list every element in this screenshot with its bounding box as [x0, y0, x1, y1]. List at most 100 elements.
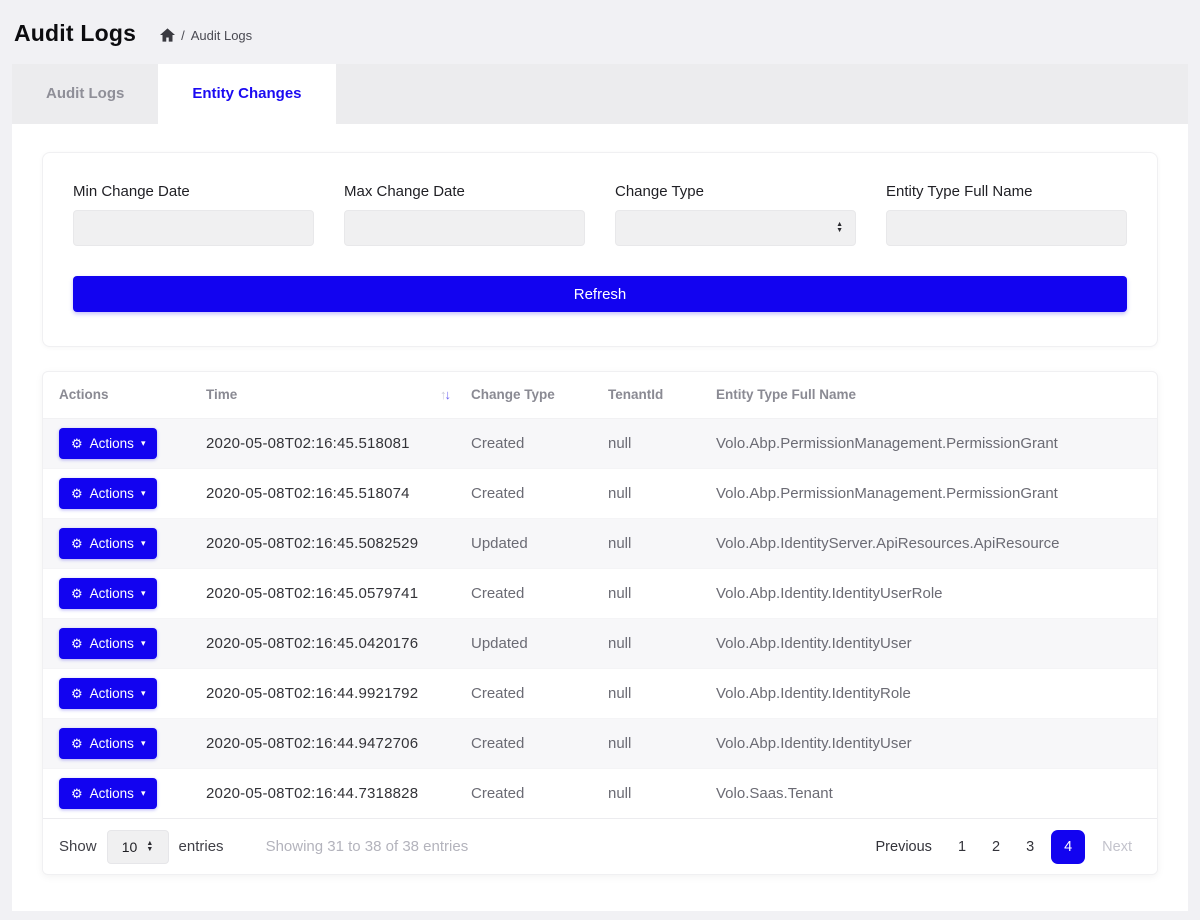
cell-entity-type-full-name: Volo.Abp.Identity.IdentityUser	[716, 718, 1157, 768]
column-header-time[interactable]: Time ↑↓	[206, 372, 471, 418]
min-change-date-input[interactable]	[73, 210, 314, 246]
cell-change-type: Created	[471, 768, 608, 818]
cell-change-type: Created	[471, 468, 608, 518]
cell-time: 2020-05-08T02:16:44.7318828	[206, 768, 471, 818]
tab-content: Min Change Date Max Change Date Change T…	[12, 124, 1188, 911]
table-row: ⚙Actions▾ 2020-05-08T02:16:45.518081 Cre…	[43, 418, 1157, 468]
entity-changes-table-card: Actions Time ↑↓ Change Type TenantId Ent…	[42, 371, 1158, 875]
page-size-select[interactable]: 10 ▲ ▼	[107, 830, 169, 864]
pagination-page-4[interactable]: 4	[1051, 830, 1085, 864]
cell-time: 2020-05-08T02:16:45.518081	[206, 418, 471, 468]
caret-down-icon: ▾	[141, 439, 146, 448]
column-header-change-type: Change Type	[471, 372, 608, 418]
max-change-date-label: Max Change Date	[344, 183, 585, 200]
row-actions-button[interactable]: ⚙Actions▾	[59, 678, 157, 709]
pagination-page-3[interactable]: 3	[1017, 833, 1043, 861]
field-min-change-date: Min Change Date	[73, 183, 314, 246]
row-actions-button[interactable]: ⚙Actions▾	[59, 778, 157, 809]
pagination-previous[interactable]: Previous	[867, 833, 941, 861]
entries-label: entries	[179, 838, 224, 855]
cell-entity-type-full-name: Volo.Abp.IdentityServer.ApiResources.Api…	[716, 518, 1157, 568]
tab-entity-changes[interactable]: Entity Changes	[158, 64, 335, 124]
cell-entity-type-full-name: Volo.Abp.Identity.IdentityUserRole	[716, 568, 1157, 618]
cell-change-type: Created	[471, 668, 608, 718]
row-actions-button[interactable]: ⚙Actions▾	[59, 478, 157, 509]
pagination-next[interactable]: Next	[1093, 833, 1141, 861]
home-icon[interactable]	[160, 28, 175, 42]
row-actions-button[interactable]: ⚙Actions▾	[59, 428, 157, 459]
table-row: ⚙Actions▾ 2020-05-08T02:16:44.9921792 Cr…	[43, 668, 1157, 718]
cell-tenant-id: null	[608, 618, 716, 668]
cell-tenant-id: null	[608, 768, 716, 818]
select-arrows-icon: ▲ ▼	[146, 841, 153, 853]
row-actions-button[interactable]: ⚙Actions▾	[59, 578, 157, 609]
change-type-label: Change Type	[615, 183, 856, 200]
cell-time: 2020-05-08T02:16:44.9472706	[206, 718, 471, 768]
cell-tenant-id: null	[608, 668, 716, 718]
cell-change-type: Updated	[471, 518, 608, 568]
sort-icon[interactable]: ↑↓	[440, 387, 449, 402]
table-footer: Show 10 ▲ ▼ entries Showing 31 to 38 of …	[43, 818, 1157, 874]
min-change-date-label: Min Change Date	[73, 183, 314, 200]
page-title: Audit Logs	[14, 20, 136, 47]
table-row: ⚙Actions▾ 2020-05-08T02:16:44.7318828 Cr…	[43, 768, 1157, 818]
cell-tenant-id: null	[608, 718, 716, 768]
max-change-date-input[interactable]	[344, 210, 585, 246]
refresh-button[interactable]: Refresh	[73, 276, 1127, 312]
gear-icon: ⚙	[71, 787, 83, 800]
column-header-entity-type-full-name: Entity Type Full Name	[716, 372, 1157, 418]
cell-time: 2020-05-08T02:16:45.5082529	[206, 518, 471, 568]
column-header-actions: Actions	[43, 372, 206, 418]
field-entity-type-full-name: Entity Type Full Name	[886, 183, 1127, 246]
caret-down-icon: ▾	[141, 589, 146, 598]
row-actions-button[interactable]: ⚙Actions▾	[59, 628, 157, 659]
page-header: Audit Logs / Audit Logs	[0, 0, 1200, 64]
gear-icon: ⚙	[71, 437, 83, 450]
caret-down-icon: ▾	[141, 739, 146, 748]
cell-tenant-id: null	[608, 418, 716, 468]
entity-type-full-name-label: Entity Type Full Name	[886, 183, 1127, 200]
change-type-select[interactable]: ▲ ▼	[615, 210, 856, 246]
cell-entity-type-full-name: Volo.Abp.Identity.IdentityUser	[716, 618, 1157, 668]
table-row: ⚙Actions▾ 2020-05-08T02:16:45.0579741 Cr…	[43, 568, 1157, 618]
cell-time: 2020-05-08T02:16:45.0420176	[206, 618, 471, 668]
breadcrumb: / Audit Logs	[160, 28, 252, 43]
entity-type-full-name-input[interactable]	[886, 210, 1127, 246]
cell-change-type: Updated	[471, 618, 608, 668]
gear-icon: ⚙	[71, 587, 83, 600]
caret-down-icon: ▾	[141, 689, 146, 698]
cell-change-type: Created	[471, 568, 608, 618]
cell-tenant-id: null	[608, 518, 716, 568]
cell-change-type: Created	[471, 418, 608, 468]
cell-entity-type-full-name: Volo.Abp.PermissionManagement.Permission…	[716, 468, 1157, 518]
caret-down-icon: ▾	[141, 639, 146, 648]
cell-change-type: Created	[471, 718, 608, 768]
pagination: Previous 1 2 3 4 Next	[867, 830, 1141, 864]
tab-audit-logs[interactable]: Audit Logs	[12, 64, 158, 124]
entries-summary: Showing 31 to 38 of 38 entries	[266, 838, 469, 855]
page-size-value: 10	[122, 839, 138, 855]
filter-card: Min Change Date Max Change Date Change T…	[42, 152, 1158, 347]
breadcrumb-current: Audit Logs	[191, 28, 252, 43]
row-actions-button[interactable]: ⚙Actions▾	[59, 728, 157, 759]
tab-strip: Audit Logs Entity Changes	[12, 64, 1188, 124]
cell-tenant-id: null	[608, 568, 716, 618]
gear-icon: ⚙	[71, 637, 83, 650]
pagination-page-2[interactable]: 2	[983, 833, 1009, 861]
gear-icon: ⚙	[71, 687, 83, 700]
cell-entity-type-full-name: Volo.Abp.PermissionManagement.Permission…	[716, 418, 1157, 468]
gear-icon: ⚙	[71, 537, 83, 550]
table-row: ⚙Actions▾ 2020-05-08T02:16:45.0420176 Up…	[43, 618, 1157, 668]
caret-down-icon: ▾	[141, 489, 146, 498]
cell-entity-type-full-name: Volo.Saas.Tenant	[716, 768, 1157, 818]
caret-down-icon: ▾	[141, 539, 146, 548]
field-max-change-date: Max Change Date	[344, 183, 585, 246]
cell-time: 2020-05-08T02:16:44.9921792	[206, 668, 471, 718]
cell-tenant-id: null	[608, 468, 716, 518]
table-row: ⚙Actions▾ 2020-05-08T02:16:45.518074 Cre…	[43, 468, 1157, 518]
gear-icon: ⚙	[71, 487, 83, 500]
table-row: ⚙Actions▾ 2020-05-08T02:16:45.5082529 Up…	[43, 518, 1157, 568]
row-actions-button[interactable]: ⚙Actions▾	[59, 528, 157, 559]
pagination-page-1[interactable]: 1	[949, 833, 975, 861]
show-label: Show	[59, 838, 97, 855]
